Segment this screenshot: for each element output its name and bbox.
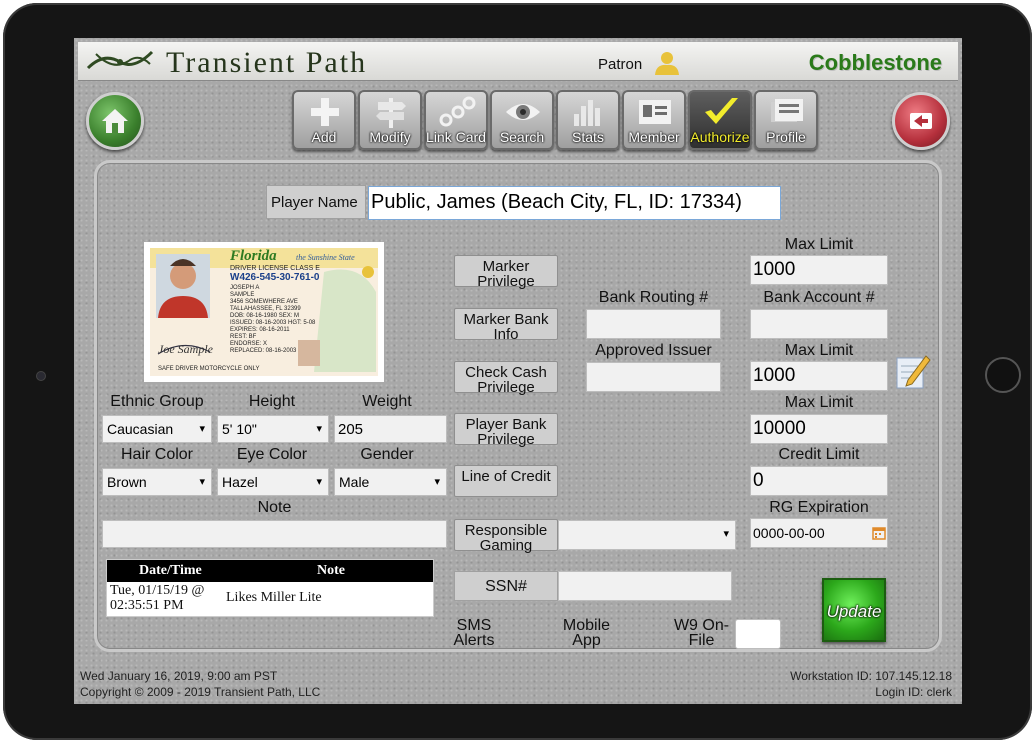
bank-routing-label: Bank Routing # [598,289,709,306]
rg-expiration-input[interactable]: 0000-00-00 [750,518,888,548]
link-card-icon [439,96,476,127]
height-select[interactable]: 5' 10" [217,415,329,443]
player-bank-privilege-button[interactable]: Player Bank Privilege [454,413,558,447]
sms-alerts-label[interactable]: SMS Alerts [444,618,504,649]
back-button[interactable] [892,92,950,150]
home-button[interactable] [86,92,144,150]
update-button[interactable]: Update [822,578,886,642]
rg-expiration-label: RG Expiration [769,499,869,516]
modify-button[interactable]: Modify [358,90,422,150]
brand-name: Transient Path [166,46,368,79]
ssn-label: SSN# [454,571,558,601]
stats-button[interactable]: Stats [556,90,620,150]
player-name-label: Player Name [266,185,366,219]
check-cash-privilege-button[interactable]: Check Cash Privilege [454,361,558,395]
note-label: Note [257,499,292,516]
app-screen: Transient Path Patron Cobblestone Add Mo… [74,38,962,704]
mobile-app-label[interactable]: Mobile App [554,618,619,649]
profile-icon [771,99,803,122]
authorize-button[interactable]: Authorize [688,90,752,150]
license-signature: Joe Sample [158,342,213,356]
player-bank-max-limit-label: Max Limit [784,394,854,411]
license-footer: SAFE DRIVER MOTORCYCLE ONLY [158,366,260,372]
title-bar: Transient Path Patron Cobblestone [78,42,958,81]
w9-on-file-label: W9 On-File [673,617,730,649]
bank-account-label: Bank Account # [763,289,875,306]
license-type: DRIVER LICENSE CLASS E [230,265,320,272]
profile-button[interactable]: Profile [754,90,818,150]
add-button[interactable]: Add [292,90,356,150]
hair-color-label: Hair Color [120,446,193,463]
player-name-input[interactable]: Public, James (Beach City, FL, ID: 17334… [368,186,781,220]
gender-select[interactable]: Male [334,468,447,496]
eye-color-label: Eye Color [236,446,308,463]
workstation-id: Workstation ID: 107.145.12.18 [790,669,952,683]
ethnic-group-label: Ethnic Group [110,393,204,410]
license-details: JOSEPH A SAMPLE 3456 SOMEWHERE AVE TALLA… [230,285,316,354]
credit-limit-input[interactable]: 0 [750,466,888,496]
calendar-icon[interactable] [872,526,886,540]
marker-max-limit-input[interactable]: 1000 [750,255,888,285]
height-label: Height [248,393,296,410]
copyright: Copyright © 2009 - 2019 Transient Path, … [80,685,321,699]
weight-input[interactable]: 205 [334,415,447,443]
checkmark-icon [705,98,738,124]
gender-label: Gender [360,446,414,463]
responsible-gaming-select[interactable] [558,520,736,550]
ssn-input[interactable] [558,571,732,601]
link-card-button[interactable]: Link Card [424,90,488,150]
check-max-limit-input[interactable]: 1000 [750,361,888,391]
tablet-home-button[interactable] [985,357,1021,393]
note-column-header: Note [317,563,345,578]
hair-color-select[interactable]: Brown [102,468,212,496]
player-bank-max-limit-input[interactable]: 10000 [750,414,888,444]
marker-bank-info-button[interactable]: Marker Bank Info [454,308,558,342]
bank-account-input[interactable] [750,309,888,339]
back-arrow-icon [910,113,932,129]
login-id: Login ID: clerk [875,685,952,699]
license-tagline: the Sunshine State [296,253,355,262]
member-card-icon [639,100,671,124]
patron-label: Patron [598,56,643,73]
patron-icon[interactable] [652,50,682,76]
ethnic-group-select[interactable]: Caucasian [102,415,212,443]
camera-icon [36,371,46,381]
home-icon [102,109,128,133]
signpost-icon [376,98,406,128]
license-state: Florida [230,248,277,264]
note-input[interactable] [102,520,447,548]
credit-limit-label: Credit Limit [778,446,860,463]
member-button[interactable]: Member [622,90,686,150]
search-button[interactable]: Search [490,90,554,150]
notes-table-header: Date/Time Note [107,560,433,582]
note-datetime: Tue, 01/15/19 @ 02:35:51 PM [110,583,205,613]
approved-issuer-input[interactable] [586,362,721,392]
bank-routing-input[interactable] [586,309,721,339]
responsible-gaming-button[interactable]: Responsible Gaming [454,519,558,553]
notes-table: Date/Time Note Tue, 01/15/19 @ 02:35:51 … [106,559,434,617]
marker-max-limit-label: Max Limit [784,236,854,253]
note-text: Likes Miller Lite [226,590,322,605]
logo-icon [86,50,154,70]
plus-icon [311,98,339,126]
marker-privilege-button[interactable]: Marker Privilege [454,255,558,289]
edit-pencil-icon[interactable] [894,350,932,390]
approved-issuer-label: Approved Issuer [595,342,712,359]
eye-icon [506,104,540,120]
datetime-column-header: Date/Time [139,563,202,578]
eye-color-select[interactable]: Hazel [217,468,329,496]
w9-on-file-checkbox[interactable] [735,619,781,649]
weight-label: Weight [362,393,412,410]
check-max-limit-label: Max Limit [784,342,854,359]
venue-name: Cobblestone [808,50,942,75]
line-of-credit-button[interactable]: Line of Credit [454,465,558,497]
bar-chart-icon [574,100,600,126]
license-number: W426-545-30-761-0 [230,272,320,283]
current-datetime: Wed January 16, 2019, 9:00 am PST [80,669,278,683]
